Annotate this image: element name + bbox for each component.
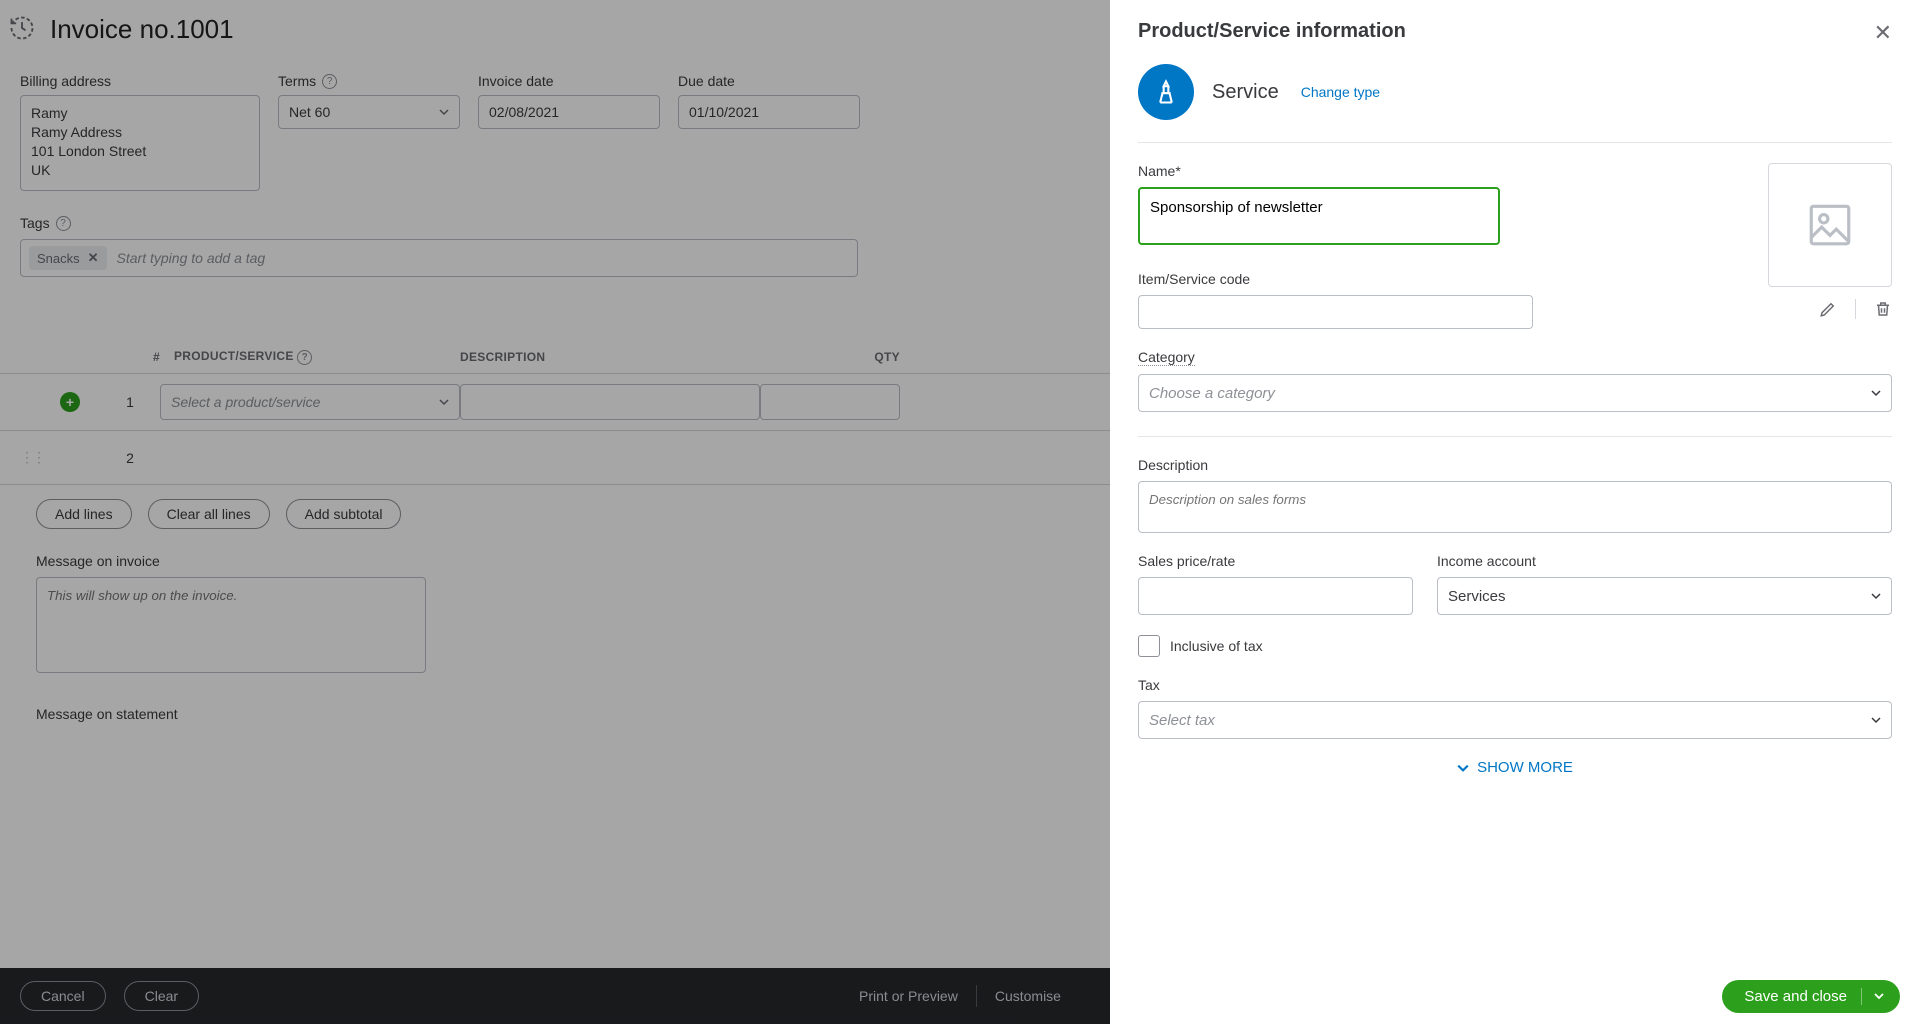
show-more-toggle[interactable]: SHOW MORE bbox=[1138, 739, 1892, 796]
tax-placeholder: Select tax bbox=[1149, 712, 1215, 729]
name-input[interactable]: Sponsorship of newsletter bbox=[1138, 187, 1500, 245]
income-label: Income account bbox=[1437, 553, 1892, 569]
name-label: Name bbox=[1138, 163, 1533, 179]
tax-label: Tax bbox=[1138, 677, 1892, 693]
chevron-down-icon bbox=[1871, 715, 1881, 725]
separator bbox=[1855, 299, 1856, 319]
tax-select[interactable]: Select tax bbox=[1138, 701, 1892, 739]
category-placeholder: Choose a category bbox=[1149, 385, 1275, 402]
save-and-close-button[interactable]: Save and close bbox=[1722, 980, 1900, 1013]
chevron-down-icon bbox=[1457, 762, 1469, 774]
inclusive-tax-checkbox[interactable] bbox=[1138, 635, 1160, 657]
item-code-input[interactable] bbox=[1138, 295, 1533, 329]
panel-title: Product/Service information bbox=[1138, 20, 1406, 43]
trash-icon[interactable] bbox=[1874, 300, 1892, 318]
description-input[interactable] bbox=[1138, 481, 1892, 533]
change-type-link[interactable]: Change type bbox=[1301, 84, 1380, 100]
price-input[interactable] bbox=[1138, 577, 1413, 615]
inclusive-tax-label: Inclusive of tax bbox=[1170, 638, 1263, 654]
image-upload-slot[interactable] bbox=[1768, 163, 1892, 287]
category-label: Category bbox=[1138, 349, 1195, 366]
save-label: Save and close bbox=[1744, 988, 1847, 1005]
show-more-label: SHOW MORE bbox=[1477, 759, 1573, 776]
edit-icon[interactable] bbox=[1819, 300, 1837, 318]
category-select[interactable]: Choose a category bbox=[1138, 374, 1892, 412]
code-label: Item/Service code bbox=[1138, 271, 1533, 287]
save-dropdown-icon[interactable] bbox=[1861, 988, 1884, 1005]
income-value: Services bbox=[1448, 588, 1506, 605]
income-account-select[interactable]: Services bbox=[1437, 577, 1892, 615]
service-type-icon bbox=[1138, 64, 1194, 120]
close-icon[interactable]: ✕ bbox=[1874, 20, 1892, 46]
description-label: Description bbox=[1138, 457, 1892, 473]
price-label: Sales price/rate bbox=[1138, 553, 1413, 569]
chevron-down-icon bbox=[1871, 388, 1881, 398]
type-name: Service bbox=[1212, 81, 1279, 104]
chevron-down-icon bbox=[1871, 591, 1881, 601]
